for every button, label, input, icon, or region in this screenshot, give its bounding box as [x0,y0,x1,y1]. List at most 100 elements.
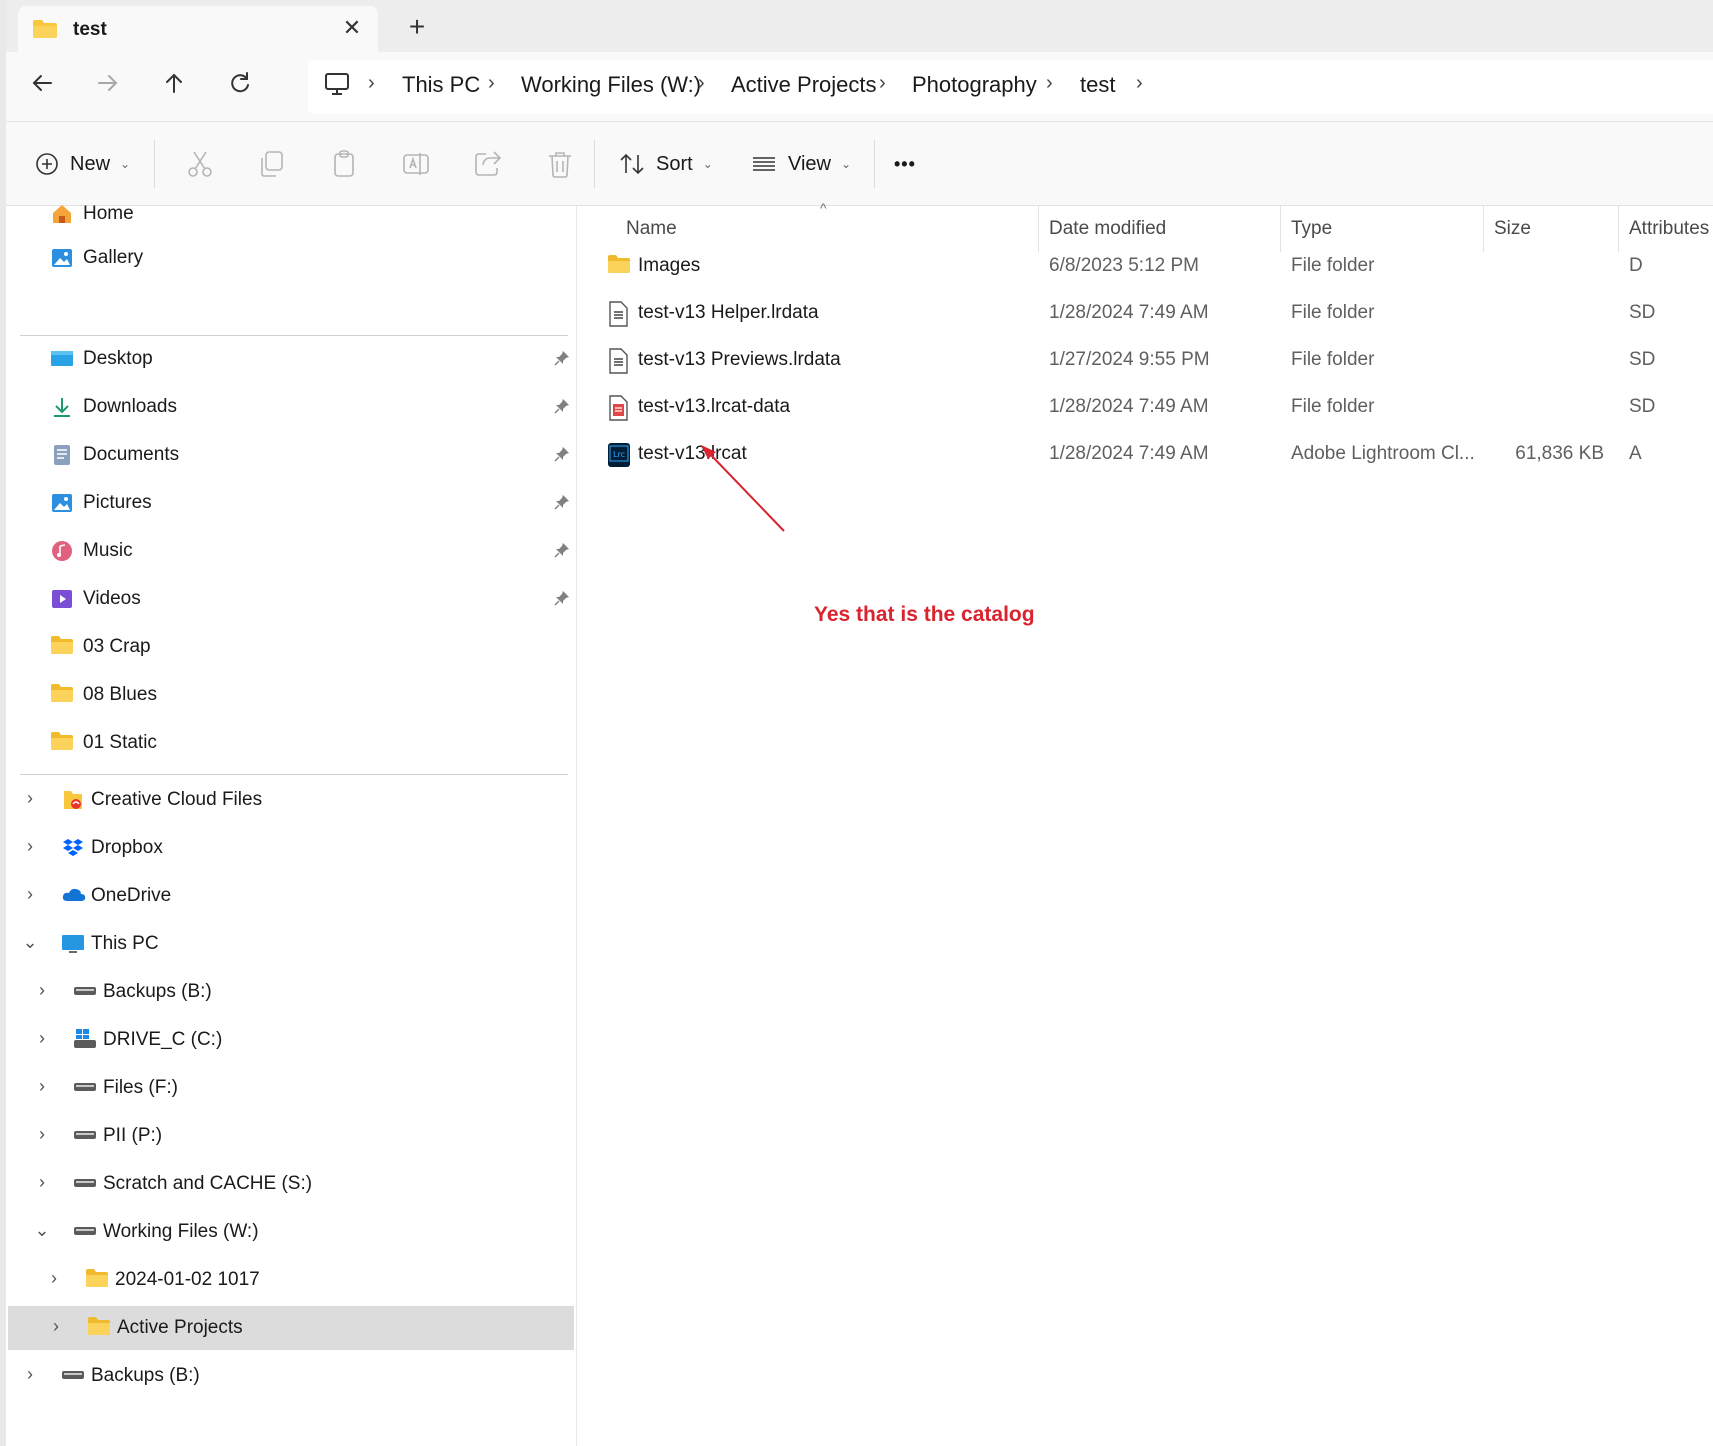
chevron-right-icon[interactable]: › [32,1124,52,1145]
breadcrumb-this-pc[interactable]: This PC [402,72,480,98]
sidebar-item-label: 08 Blues [83,684,157,705]
up-button[interactable] [154,68,194,108]
folder-icon [50,635,74,659]
drive-icon [73,1220,97,1244]
tab-bar: test ✕ + [6,0,1713,52]
sidebar-item-scratch-and-cache-s[interactable]: › Scratch and CACHE (S:) [6,1162,577,1206]
rename-icon[interactable] [398,146,434,182]
more-options-button[interactable]: ••• [894,144,916,184]
sidebar-item-files-f[interactable]: › Files (F:) [6,1066,577,1110]
column-header-size[interactable]: Size [1494,218,1531,240]
sidebar-item-pii-p[interactable]: › PII (P:) [6,1114,577,1158]
sidebar-item-01-static[interactable]: 01 Static [6,721,577,765]
chevron-right-icon[interactable]: › [32,980,52,1001]
sidebar-item-label: Files (F:) [103,1077,178,1098]
chevron-right-icon[interactable]: › [32,1028,52,1049]
sidebar-item-pictures[interactable]: Pictures [6,481,577,525]
sidebar-item-home[interactable]: Home [6,192,577,236]
sidebar-item-label: 03 Crap [83,636,151,657]
file-attributes-cell: A [1629,443,1642,464]
computer-icon [324,72,350,101]
refresh-icon [231,72,249,93]
dropbox-icon [61,836,85,860]
pin-icon[interactable] [554,590,570,609]
chevron-down-icon[interactable]: ⌄ [32,1220,52,1241]
address-bar[interactable]: › This PC › Working Files (W:) › Active … [308,60,1713,114]
chevron-down-icon[interactable]: ⌄ [20,932,40,953]
sidebar-item-onedrive[interactable]: › OneDrive [6,874,577,918]
pin-icon[interactable] [554,446,570,465]
sidebar-item-dropbox[interactable]: › Dropbox [6,826,577,870]
file-attributes-cell: SD [1629,396,1656,417]
sidebar-item-desktop[interactable]: Desktop [6,337,577,381]
new-button[interactable]: New ⌄ [34,144,130,184]
tab-test[interactable]: test ✕ [18,6,378,52]
sidebar-item-this-pc[interactable]: ⌄ This PC [6,922,577,966]
sidebar-item-label: This PC [91,933,159,954]
toolbar-divider [154,140,155,188]
sidebar-item-label: Desktop [83,348,153,369]
delete-icon[interactable] [542,146,578,182]
chevron-right-icon[interactable]: › [32,1076,52,1097]
back-arrow-icon [32,75,52,91]
forward-button[interactable] [88,68,128,108]
file-date-cell: 1/28/2024 7:49 AM [1049,396,1209,417]
sidebar-item-backups-b[interactable]: › Backups (B:) [6,970,577,1014]
sidebar-item-gallery[interactable]: Gallery [6,236,577,280]
chevron-right-icon[interactable]: › [44,1268,64,1289]
chevron-right-icon[interactable]: › [20,884,40,905]
file-date-cell: 1/28/2024 7:49 AM [1049,443,1209,464]
sidebar-item-drive-c-c[interactable]: › DRIVE_C (C:) [6,1018,577,1062]
sidebar-item-working-files-w[interactable]: ⌄ Working Files (W:) [6,1210,577,1254]
chevron-right-icon[interactable]: › [20,1364,40,1385]
sidebar-item-downloads[interactable]: Downloads [6,385,577,429]
paste-icon[interactable] [326,146,362,182]
chevron-right-icon[interactable]: › [46,1316,66,1337]
sidebar-item-label: Home [83,203,134,224]
chevron-right-icon[interactable]: › [20,836,40,857]
sidebar-item-03-crap[interactable]: 03 Crap [6,625,577,669]
sidebar-item-creative-cloud-files[interactable]: › Creative Cloud Files [6,778,577,822]
sidebar-item-music[interactable]: Music [6,529,577,573]
breadcrumb-expand-icon[interactable]: › [1136,72,1143,95]
sort-icon [620,153,644,175]
sidebar-item-label: PII (P:) [103,1125,163,1146]
copy-icon[interactable] [254,146,290,182]
breadcrumb-working-files[interactable]: Working Files (W:) [521,72,701,98]
breadcrumb-test[interactable]: test [1080,72,1115,98]
sidebar-item-2024-01-02-1017[interactable]: › 2024-01-02 1017 [6,1258,577,1302]
downloads-icon [50,395,74,419]
refresh-button[interactable] [220,68,260,108]
pin-icon[interactable] [554,350,570,369]
toolbar-divider [874,140,875,188]
pin-icon[interactable] [554,398,570,417]
view-list-icon [753,157,775,171]
chevron-right-icon[interactable]: › [20,788,40,809]
sidebar-item-label: Creative Cloud Files [91,789,263,810]
sidebar-item-label: Documents [83,444,180,465]
close-tab-icon[interactable]: ✕ [338,14,366,42]
sidebar-item-videos[interactable]: Videos [6,577,577,621]
back-button[interactable] [22,68,62,108]
column-header-attributes[interactable]: Attributes [1629,218,1709,240]
folder-icon [50,683,74,707]
navigation-pane: Home Gallery Desktop Downloads Documents Pic… [6,203,577,1446]
sort-button[interactable]: Sort ⌄ [618,144,713,184]
pin-icon[interactable] [554,494,570,513]
sidebar-item-documents[interactable]: Documents [6,433,577,477]
chevron-right-icon[interactable]: › [32,1172,52,1193]
view-button[interactable]: View ⌄ [750,144,851,184]
breadcrumb-active-projects[interactable]: Active Projects [731,72,877,98]
pin-icon[interactable] [554,542,570,561]
column-header-date[interactable]: Date modified [1049,218,1166,240]
share-icon[interactable] [470,146,506,182]
sidebar-item-backups-b[interactable]: › Backups (B:) [6,1354,577,1398]
new-tab-button[interactable]: + [401,11,433,43]
sidebar-item-active-projects[interactable]: › Active Projects [8,1306,574,1350]
sidebar-item-08-blues[interactable]: 08 Blues [6,673,577,717]
sidebar-item-label: Dropbox [91,837,163,858]
column-header-type[interactable]: Type [1291,218,1332,240]
breadcrumb-photography[interactable]: Photography [912,72,1037,98]
cut-icon[interactable] [182,146,218,182]
tab-title: test [73,19,107,40]
